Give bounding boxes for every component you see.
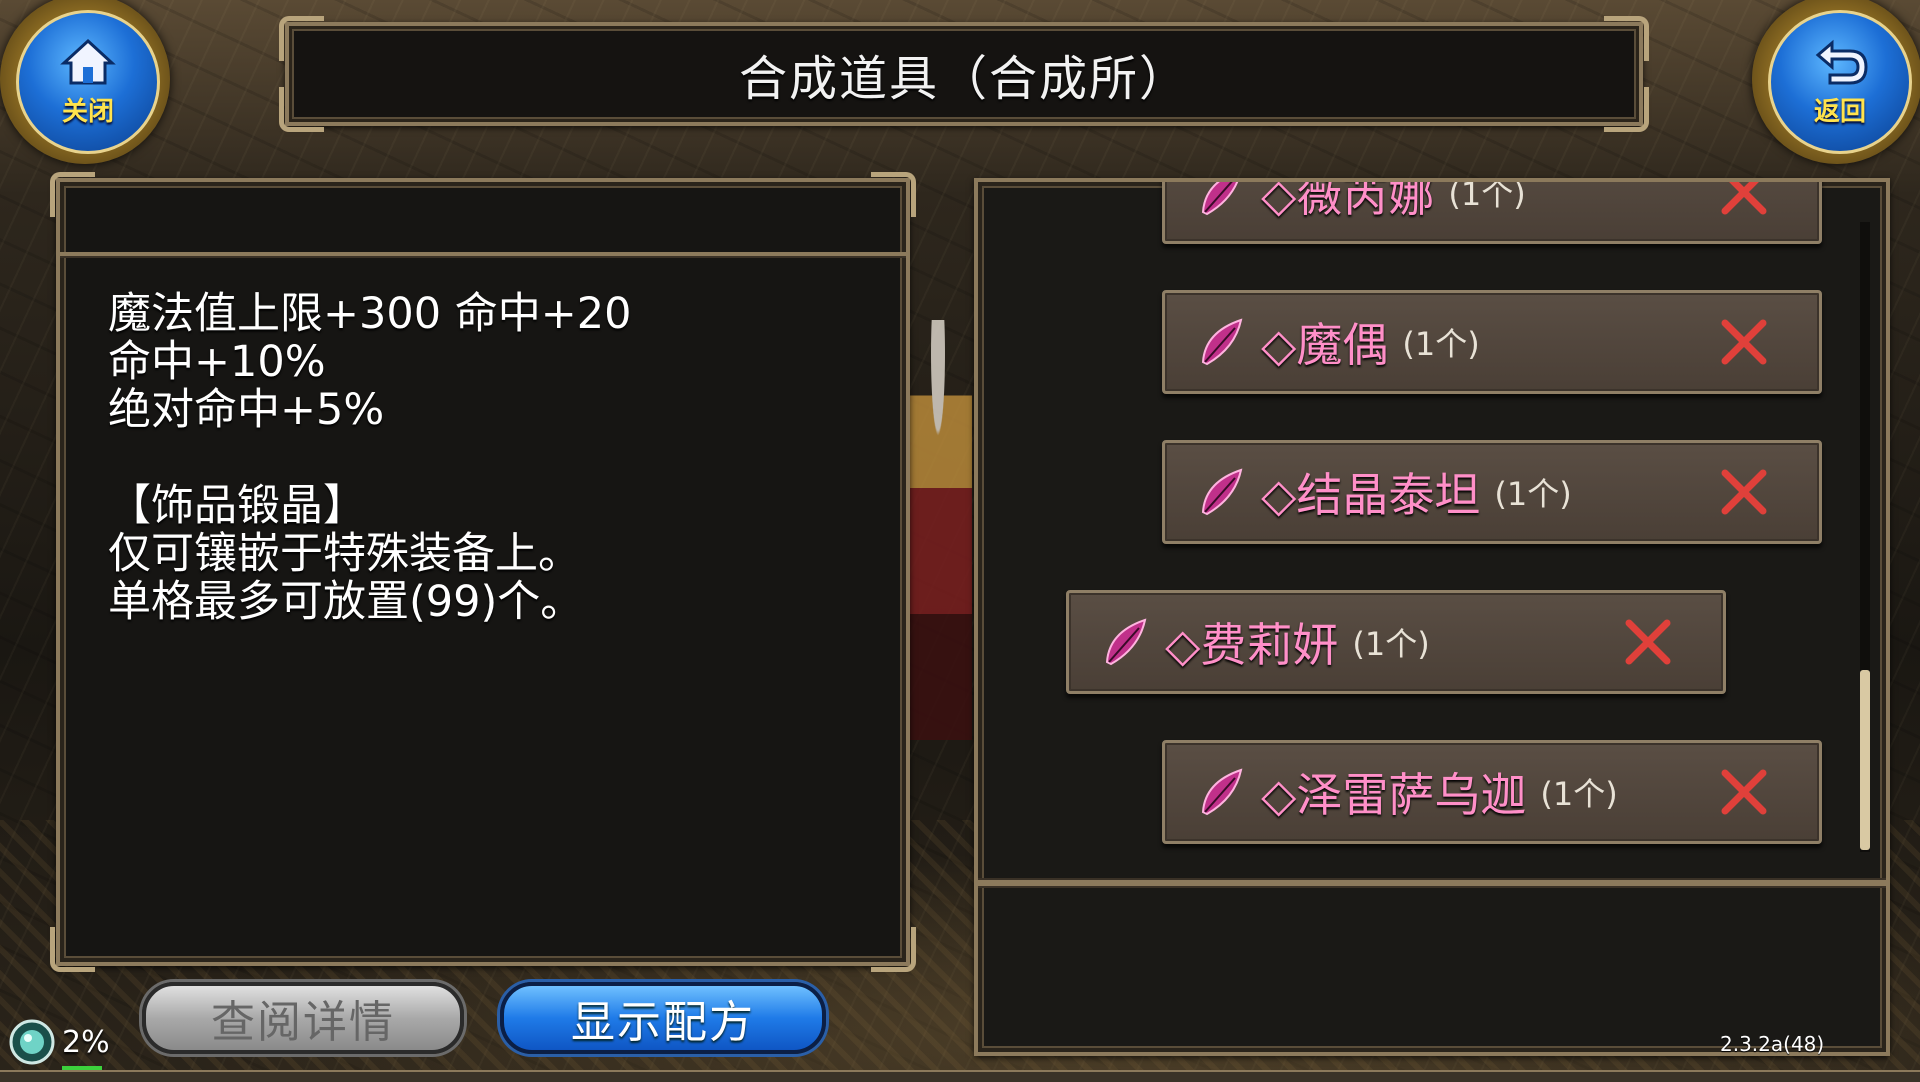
ornament-corner (50, 927, 95, 972)
material-name: ◇泽雷萨乌迦 (1261, 768, 1527, 822)
materials-panel: ◇薇芮娜 (1个) ◇魔偶 (1个) ◇结晶泰坦 (1个) ◇费莉妍 (1个) … (974, 178, 1890, 1056)
description-line: 仅可镶嵌于特殊装备上。 (108, 529, 581, 579)
material-name: ◇结晶泰坦 (1261, 468, 1481, 522)
remove-x-icon[interactable] (1623, 617, 1673, 667)
item-description-panel: 魔法值上限+300 命中+20 命中+10% 绝对命中+5% 【饰品锻晶】 仅可… (50, 172, 916, 972)
material-qty: (1个) (1540, 775, 1618, 813)
close-button[interactable]: 关闭 (0, 0, 170, 164)
ornament-corner (1851, 1017, 1886, 1052)
remove-x-icon[interactable] (1719, 317, 1769, 367)
feather-icon (1201, 468, 1243, 516)
material-qty: (1个) (1448, 182, 1526, 213)
back-button-label: 返回 (1813, 96, 1866, 127)
feather-icon (1201, 768, 1243, 816)
title-bar: 合成道具（合成所） (279, 16, 1649, 132)
material-item-selected[interactable]: ◇费莉妍 (1个) (1066, 590, 1726, 694)
material-item[interactable]: ◇魔偶 (1个) (1162, 290, 1822, 394)
show-recipe-button[interactable]: 显示配方 (500, 982, 826, 1054)
progress-status: 2% (8, 1018, 110, 1066)
ornament-corner (279, 87, 324, 132)
material-name: ◇薇芮娜 (1261, 182, 1435, 222)
npc-character (904, 320, 972, 740)
scrollbar-thumb[interactable] (1860, 670, 1870, 850)
close-button-label: 关闭 (61, 96, 114, 127)
remove-x-icon[interactable] (1719, 467, 1769, 517)
material-item[interactable]: ◇结晶泰坦 (1个) (1162, 440, 1822, 544)
description-line: 命中+10% (108, 337, 326, 387)
item-description: 魔法值上限+300 命中+20 命中+10% 绝对命中+5% 【饰品锻晶】 仅可… (108, 290, 632, 626)
material-name: ◇魔偶 (1261, 318, 1389, 372)
material-name: ◇费莉妍 (1165, 618, 1339, 672)
feather-icon (1201, 318, 1243, 366)
ornament-corner (871, 927, 916, 972)
orb-icon (9, 1019, 55, 1065)
description-line: 魔法值上限+300 命中+20 (108, 289, 632, 339)
material-qty: (1个) (1494, 475, 1572, 513)
remove-x-icon[interactable] (1719, 182, 1769, 217)
ornament-corner (978, 1017, 1013, 1052)
item-header-strip (60, 182, 906, 256)
remove-x-icon[interactable] (1719, 767, 1769, 817)
ornament-corner (1604, 87, 1649, 132)
description-line: 单格最多可放置(99)个。 (108, 577, 584, 627)
feather-icon (1201, 182, 1239, 216)
back-arrow-icon (1815, 39, 1868, 84)
version-label: 2.3.2a(48) (1720, 1032, 1825, 1056)
material-item[interactable]: ◇薇芮娜 (1个) (1162, 182, 1822, 244)
page-title: 合成道具（合成所） (738, 51, 1189, 107)
bottom-border (0, 1070, 1920, 1082)
view-details-button[interactable]: 查阅详情 (142, 982, 464, 1054)
description-line: 【饰品锻晶】 (108, 481, 366, 531)
ornament-corner (279, 16, 324, 61)
feather-icon (1105, 618, 1147, 666)
back-button[interactable]: 返回 (1752, 0, 1920, 164)
panel-divider (978, 880, 1886, 886)
ornament-corner (1604, 16, 1649, 61)
description-line (108, 434, 632, 482)
material-qty: (1个) (1402, 325, 1480, 363)
progress-percent: 2% (62, 1024, 110, 1060)
material-item[interactable]: ◇泽雷萨乌迦 (1个) (1162, 740, 1822, 844)
home-icon (60, 38, 116, 84)
material-qty: (1个) (1352, 625, 1430, 663)
materials-list[interactable]: ◇薇芮娜 (1个) ◇魔偶 (1个) ◇结晶泰坦 (1个) ◇费莉妍 (1个) … (978, 182, 1886, 882)
description-line: 绝对命中+5% (108, 385, 385, 435)
